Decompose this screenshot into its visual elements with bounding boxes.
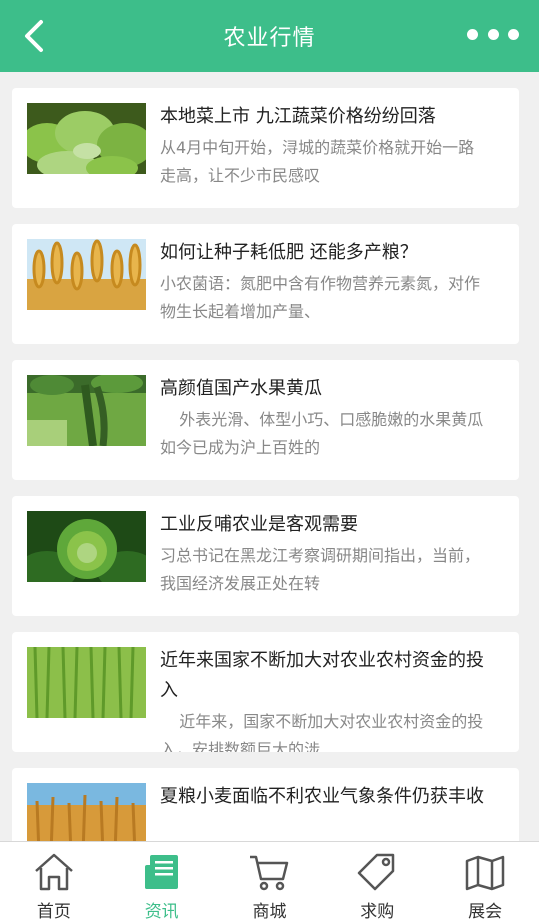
tab-news[interactable]: 资讯 — [108, 842, 216, 923]
more-dots-icon — [467, 28, 478, 40]
tab-label: 求购 — [360, 902, 395, 922]
home-icon — [35, 853, 73, 891]
article-thumbnail-cabbage — [27, 511, 146, 582]
article-card[interactable]: 本地菜上市 九江蔬菜价格纷纷回落 从4月中旬开始，浔城的蔬菜价格就开始一路走高，… — [12, 88, 519, 208]
more-dot — [487, 28, 499, 40]
article-title: 高颜值国产水果黄瓜 — [160, 378, 322, 399]
article-list[interactable]: 本地菜上市 九江蔬菜价格纷纷回落 从4月中旬开始，浔城的蔬菜价格就开始一路走高，… — [0, 72, 539, 841]
article-title: 本地菜上市 九江蔬菜价格纷纷回落 — [160, 106, 436, 127]
article-title: 近年来国家不断加大对农业农村资金的投入 — [160, 650, 484, 701]
article-title: 如何让种子耗低肥 还能多产粮？ — [160, 242, 418, 263]
article-summary: 小农菌语：氮肥中含有作物营养元素氮，对作物生长起着增加产量、 — [160, 274, 481, 321]
tab-label: 展会 — [468, 902, 503, 922]
article-summary: 外表光滑、体型小巧、口感脆嫩的水果黄瓜如今已成为沪上百姓的 — [160, 410, 484, 457]
tab-exhibition[interactable]: 展会 — [431, 842, 539, 923]
news-icon — [144, 855, 178, 889]
bottom-tab-bar: 首页 资讯 商城 求购 展会 — [0, 841, 539, 923]
tab-label: 商城 — [252, 902, 287, 922]
article-card[interactable]: 工业反哺农业是客观需要 习总书记在黑龙江考察调研期间指出，当前，我国经济发展正处… — [12, 496, 519, 616]
tab-purchase[interactable]: 求购 — [323, 842, 431, 923]
tab-home[interactable]: 首页 — [0, 842, 108, 923]
article-summary: 习总书记在黑龙江考察调研期间指出，当前，我国经济发展正处在转 — [160, 546, 481, 593]
tab-label: 资讯 — [144, 902, 179, 922]
article-thumbnail-wheat — [27, 239, 146, 310]
article-thumbnail-cucumber — [27, 375, 146, 446]
tag-icon — [358, 853, 395, 891]
article-thumbnail-lettuce — [27, 103, 146, 174]
more-dot — [508, 28, 519, 40]
article-thumbnail-green-wheat — [27, 647, 146, 718]
back-button[interactable] — [14, 16, 54, 56]
article-title: 工业反哺农业是客观需要 — [160, 514, 358, 535]
map-icon — [465, 855, 505, 891]
article-thumbnail-wheat-field — [27, 783, 146, 841]
chevron-left-icon — [25, 20, 43, 52]
article-title: 夏粮小麦面临不利农业气象条件仍获丰收 — [160, 786, 484, 807]
article-card[interactable]: 高颜值国产水果黄瓜 外表光滑、体型小巧、口感脆嫩的水果黄瓜如今已成为沪上百姓的 — [12, 360, 519, 480]
tab-label: 首页 — [36, 902, 71, 922]
article-summary: 从4月中旬开始，浔城的蔬菜价格就开始一路走高，让不少市民感叹 — [160, 138, 475, 185]
top-bar: 农业行情 — [0, 0, 539, 72]
article-summary: 近年来，国家不断加大对农业农村资金的投入，安排数额巨大的涉 — [160, 712, 484, 752]
article-card[interactable]: 夏粮小麦面临不利农业气象条件仍获丰收 — [12, 768, 519, 841]
article-card[interactable]: 如何让种子耗低肥 还能多产粮？ 小农菌语：氮肥中含有作物营养元素氮，对作物生长起… — [12, 224, 519, 344]
cart-icon — [250, 855, 289, 891]
tab-mall[interactable]: 商城 — [216, 842, 324, 923]
article-card[interactable]: 近年来国家不断加大对农业农村资金的投入 近年来，国家不断加大对农业农村资金的投入… — [12, 632, 519, 752]
page-title: 农业行情 — [223, 26, 316, 51]
more-button[interactable] — [467, 20, 519, 48]
